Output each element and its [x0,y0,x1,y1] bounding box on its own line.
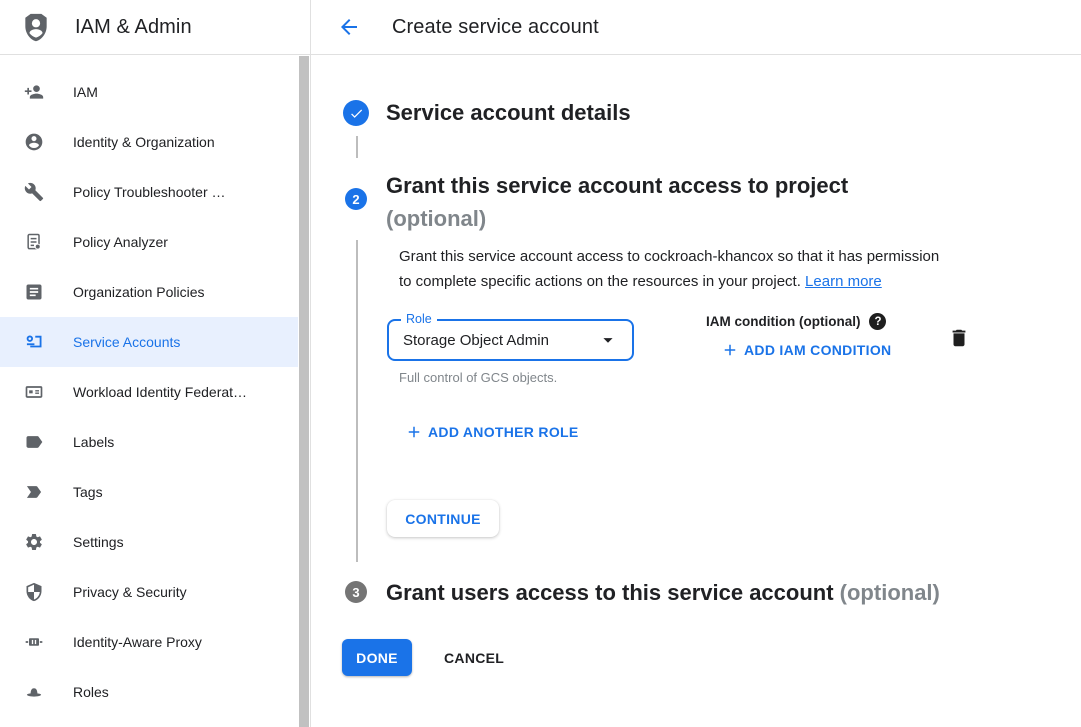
sidebar-item-label: Policy Analyzer [73,234,168,250]
step1-title: Service account details [386,100,631,126]
sidebar-item-label: Roles [73,684,109,700]
step1-completed-check-icon [343,100,369,126]
learn-more-link[interactable]: Learn more [805,273,882,290]
sidebar-item-organization-policies[interactable]: Organization Policies [0,267,298,317]
plus-icon [721,341,739,359]
policy-analyzer-icon [24,232,44,252]
page-title: Create service account [392,16,599,39]
add-another-role-label: ADD ANOTHER ROLE [428,424,579,440]
wizard-content: Service account details 2 Grant this ser… [311,55,1081,727]
gear-icon [24,532,44,552]
sidebar-item-identity-aware-proxy[interactable]: Identity-Aware Proxy [0,617,298,667]
role-selected-value: Storage Object Admin [403,321,549,359]
sidebar-item-label: Tags [73,484,103,500]
sidebar-item-iam[interactable]: IAM [0,67,298,117]
add-iam-condition-button[interactable]: ADD IAM CONDITION [721,341,891,359]
sidebar-item-policy-troubleshooter[interactable]: Policy Troubleshooter … [0,167,298,217]
done-button[interactable]: DONE [342,639,412,676]
sidebar-nav: IAM Identity & Organization Policy Trouble… [0,55,298,717]
shield-icon [24,582,44,602]
sidebar-item-tags[interactable]: Tags [0,467,298,517]
left-panel: IAM & Admin IAM Identity & Organization Po… [0,0,311,727]
account-circle-icon [24,132,44,152]
label-icon [24,432,44,452]
step2-optional-label: (optional) [386,202,848,235]
dropdown-arrow-icon[interactable] [597,329,619,351]
sidebar-item-label: IAM [73,84,98,100]
proxy-icon [24,632,44,652]
app-window: IAM & Admin IAM Identity & Organization Po… [0,0,1081,727]
iam-condition-label: IAM condition (optional) [706,314,860,329]
step3-optional-label: (optional) [840,580,940,605]
cancel-button[interactable]: CANCEL [428,639,520,676]
wrench-icon [24,182,44,202]
sidebar-item-identity-organization[interactable]: Identity & Organization [0,117,298,167]
product-header: IAM & Admin [0,0,310,55]
role-helper-text: Full control of GCS objects. [399,370,557,385]
add-iam-condition-label: ADD IAM CONDITION [744,342,891,358]
stepper-connector [356,240,358,562]
sidebar-scrollbar[interactable] [299,56,309,727]
sidebar-item-roles[interactable]: Roles [0,667,298,717]
id-card-icon [24,382,44,402]
article-icon [24,282,44,302]
step3-title-main: Grant users access to this service accou… [386,580,834,605]
continue-button[interactable]: CONTINUE [387,500,499,537]
sidebar-item-label: Labels [73,434,114,450]
sidebar-item-workload-identity-federat[interactable]: Workload Identity Federat… [0,367,298,417]
sidebar-item-label: Workload Identity Federat… [73,384,247,400]
help-icon[interactable]: ? [869,313,886,330]
sidebar-item-privacy-security[interactable]: Privacy & Security [0,567,298,617]
iam-shield-logo-icon [19,7,53,47]
page-header: Create service account [311,0,1081,55]
step2-description-line2: to complete specific actions on the reso… [399,269,939,294]
sidebar-item-label: Service Accounts [73,334,180,350]
product-title: IAM & Admin [75,16,192,39]
sidebar-item-label: Identity-Aware Proxy [73,634,202,650]
service-account-icon [24,332,44,352]
sidebar-item-label: Privacy & Security [73,584,187,600]
step2-number-badge: 2 [345,188,367,210]
back-arrow-icon[interactable] [337,15,361,39]
step3-number-badge: 3 [345,581,367,603]
sidebar-item-label: Policy Troubleshooter … [73,184,226,200]
sidebar-item-label: Organization Policies [73,284,205,300]
stepper-connector [356,136,358,158]
person-add-icon [24,82,44,102]
delete-role-trash-icon[interactable] [947,326,971,350]
step2-title-main: Grant this service account access to pro… [386,169,848,202]
sidebar-item-label: Settings [73,534,124,550]
add-another-role-button[interactable]: ADD ANOTHER ROLE [405,423,579,441]
sidebar-item-labels[interactable]: Labels [0,417,298,467]
sidebar-item-settings[interactable]: Settings [0,517,298,567]
sidebar-item-label: Identity & Organization [73,134,215,150]
step3-title: Grant users access to this service accou… [386,580,940,606]
main-panel: Create service account Service account d… [311,0,1081,727]
step2-title: Grant this service account access to pro… [386,169,848,235]
sidebar-item-policy-analyzer[interactable]: Policy Analyzer [0,217,298,267]
iam-condition-header: IAM condition (optional) ? [706,313,886,330]
label-important-icon [24,482,44,502]
step2-description-line1: Grant this service account access to coc… [399,244,939,269]
sidebar-item-service-accounts[interactable]: Service Accounts [0,317,298,367]
plus-icon [405,423,423,441]
role-select[interactable]: Role Storage Object Admin [387,319,634,361]
step2-description: Grant this service account access to coc… [399,244,939,294]
hat-icon [24,682,44,702]
